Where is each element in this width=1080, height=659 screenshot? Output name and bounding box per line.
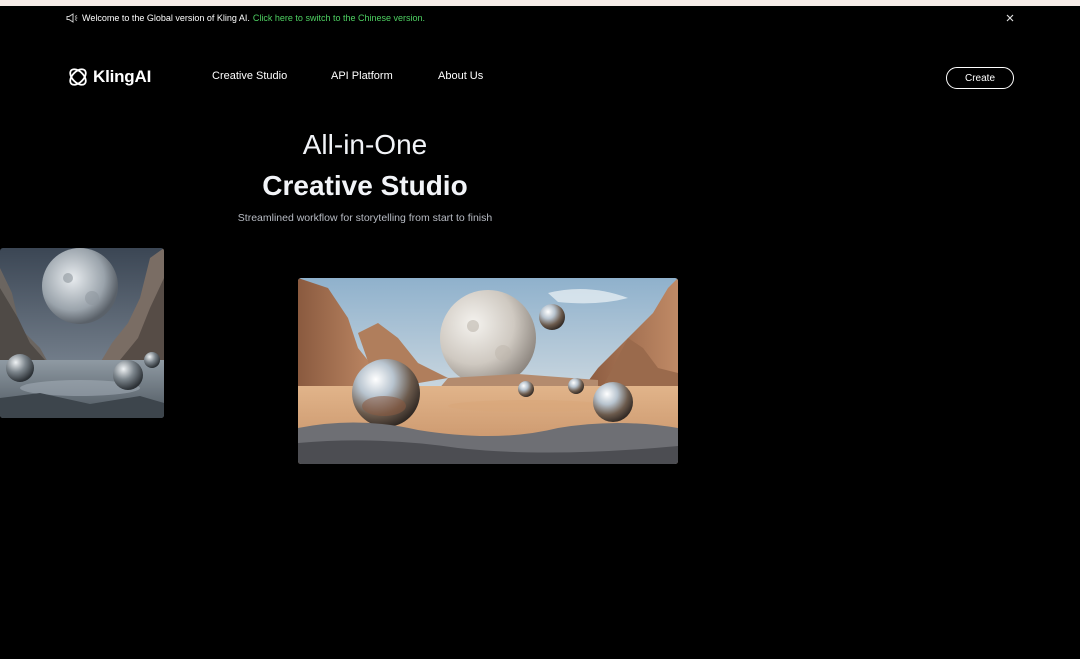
moon-canyon-image [0, 248, 164, 418]
kling-logo[interactable]: KlingAI [67, 66, 151, 88]
nav-creative-studio[interactable]: Creative Studio [212, 70, 287, 82]
switch-version-link[interactable]: Click here to switch to the Chinese vers… [253, 13, 425, 23]
hero-subtitle: Streamlined workflow for storytelling fr… [237, 212, 493, 224]
close-icon[interactable] [1004, 12, 1016, 24]
gallery-card-moon-canyon[interactable] [0, 248, 164, 418]
create-button[interactable]: Create [946, 67, 1014, 89]
desert-spheres-image [298, 278, 678, 464]
nav-api-platform[interactable]: API Platform [331, 70, 393, 82]
gallery-card-desert-spheres[interactable] [298, 278, 678, 464]
announcement-banner: Welcome to the Global version of Kling A… [0, 6, 1080, 30]
banner-message: Welcome to the Global version of Kling A… [82, 12, 425, 24]
logo-text: KlingAI [93, 67, 152, 86]
nav-about-us[interactable]: About Us [438, 70, 483, 82]
banner-text: Welcome to the Global version of Kling A… [82, 13, 250, 23]
kling-logo-icon [69, 68, 87, 86]
megaphone-icon [66, 13, 78, 23]
hero-title-line1: All-in-One [302, 129, 428, 160]
hero-title-line2: Creative Studio [262, 170, 468, 201]
